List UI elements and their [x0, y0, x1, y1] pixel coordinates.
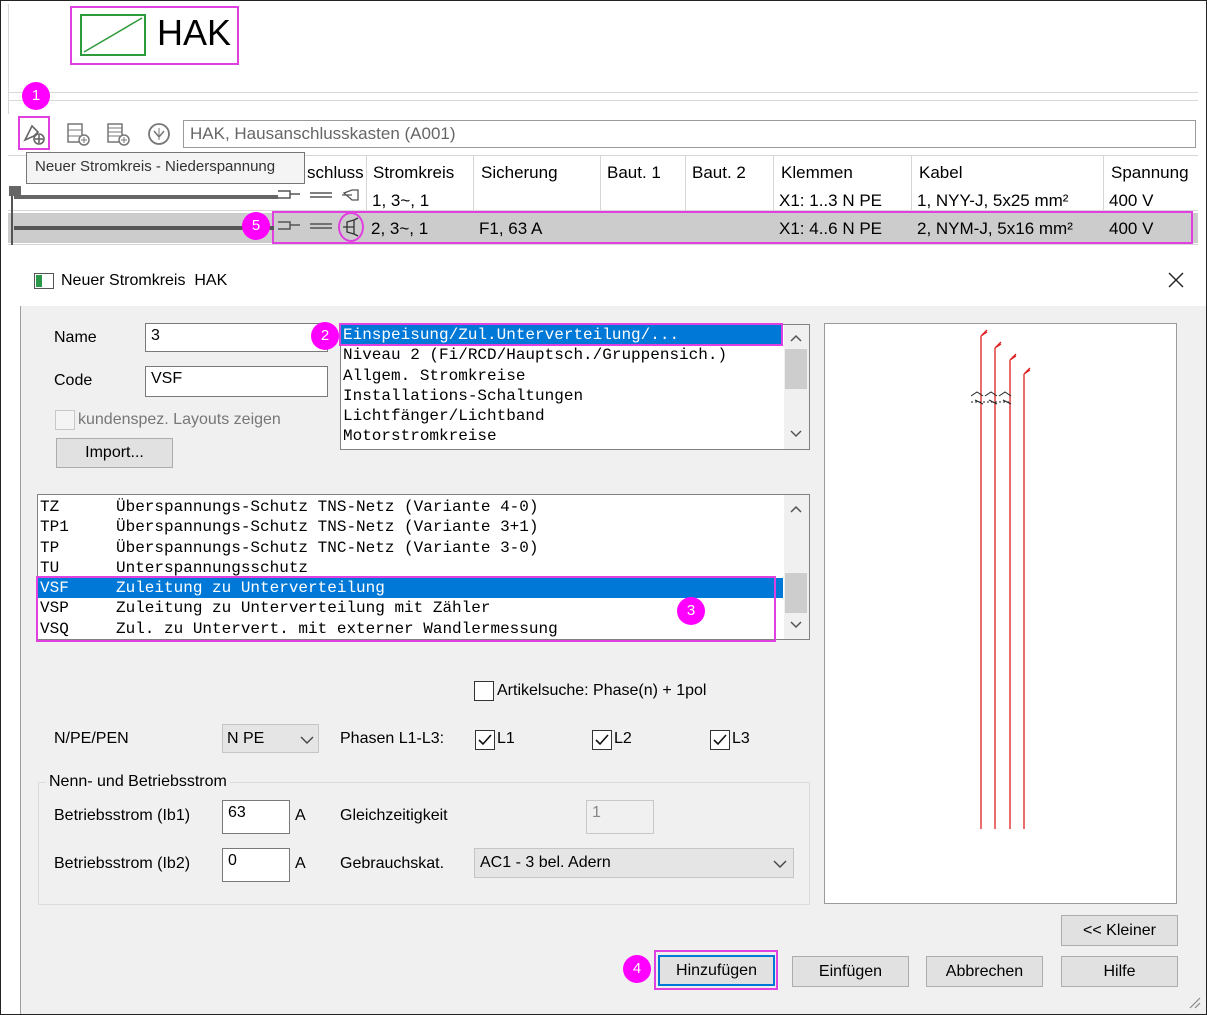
- ib1-unit: A: [295, 807, 306, 824]
- chevron-down-icon: [773, 860, 787, 868]
- type-code: TP: [40, 538, 60, 557]
- schematic-preview: [824, 323, 1177, 904]
- cell-kabel: 2, NYM-J, 5x16 mm²: [917, 219, 1073, 238]
- cancel-button[interactable]: Abbrechen: [926, 956, 1043, 987]
- current-group-box: [38, 782, 810, 905]
- list-item[interactable]: TZ Überspannungs-Schutz TNS-Netz (Variant…: [38, 497, 783, 517]
- step-badge-1: 1: [22, 82, 50, 110]
- circuit-icon-2[interactable]: [64, 119, 94, 149]
- npe-select[interactable]: N PE: [222, 724, 319, 753]
- article-search-label: Artikelsuche: Phase(n) + 1pol: [497, 682, 707, 699]
- list-item[interactable]: Niveau 2 (Fi/RCD/Hauptsch./Gruppensich.): [341, 345, 783, 365]
- cell-spannung: 400 V: [1109, 191, 1154, 210]
- phase-l2-label: L2: [614, 730, 632, 747]
- step-badge-3: 3: [677, 597, 705, 625]
- ib1-input[interactable]: 63: [222, 800, 290, 834]
- add-button[interactable]: Hinzufügen: [658, 955, 775, 986]
- chevron-down-icon: [300, 736, 314, 744]
- resize-grip-icon[interactable]: [1186, 994, 1202, 1010]
- step-badge-2: 2: [311, 322, 339, 350]
- type-scrollbar[interactable]: [784, 495, 809, 639]
- category-highlight-frame: [339, 323, 783, 346]
- divider: [8, 92, 1198, 93]
- phase-l1-checkbox[interactable]: [475, 730, 495, 750]
- cell-klemmen: X1: 4..6 N PE: [779, 219, 882, 238]
- phases-label: Phasen L1-L3:: [340, 730, 445, 747]
- cell-spannung: 400 V: [1109, 219, 1154, 238]
- type-desc: Unterspannungsschutz: [116, 558, 309, 577]
- schematic-drawing: [970, 329, 1031, 829]
- network-icon[interactable]: [144, 119, 174, 149]
- insert-button[interactable]: Einfügen: [792, 956, 909, 987]
- npe-label: N/PE/PEN: [54, 730, 129, 747]
- phase-l3-label: L3: [732, 730, 750, 747]
- hak-symbol-icon: [80, 14, 146, 56]
- cell-stromkreis: 1, 3~, 1: [372, 191, 430, 210]
- list-item[interactable]: TP Überspannungs-Schutz TNC-Netz (Variant…: [38, 538, 783, 558]
- ib2-label: Betriebsstrom (Ib2): [54, 855, 191, 872]
- code-label: Code: [54, 372, 93, 389]
- cell-stromkreis: 2, 3~, 1: [371, 219, 429, 238]
- outlet-symbol-button[interactable]: [338, 212, 364, 242]
- phase-l3-checkbox[interactable]: [710, 730, 730, 750]
- tooltip: Neuer Stromkreis - Niederspannung: [26, 152, 305, 184]
- ib1-label: Betriebsstrom (Ib1): [54, 807, 191, 824]
- divider: [8, 4, 9, 114]
- type-code: TZ: [40, 498, 60, 516]
- name-label: Name: [54, 329, 97, 346]
- type-highlight-frame: [36, 576, 776, 642]
- article-search-checkbox[interactable]: [474, 681, 494, 701]
- path-field[interactable]: HAK, Hausanschlusskasten (A001): [183, 120, 1196, 148]
- new-circuit-button[interactable]: [18, 116, 50, 150]
- type-desc: Überspannungs-Schutz TNS-Netz (Variante …: [116, 518, 539, 537]
- code-input[interactable]: VSF: [145, 366, 328, 397]
- gebrauchskat-select-value: AC1 - 3 bel. Adern: [480, 854, 611, 871]
- type-desc: Überspannungs-Schutz TNC-Netz (Variante …: [116, 538, 539, 557]
- category-scrollbar[interactable]: [784, 325, 809, 449]
- list-item[interactable]: Installations-Schaltungen: [341, 386, 783, 406]
- gleichzeitigkeit-label: Gleichzeitigkeit: [340, 807, 448, 824]
- step-badge-4: 4: [623, 955, 651, 983]
- name-input[interactable]: 3: [145, 323, 328, 352]
- phase-l2-checkbox[interactable]: [592, 730, 612, 750]
- ib2-unit: A: [295, 855, 306, 872]
- step-badge-5: 5: [242, 212, 270, 240]
- ib2-input[interactable]: 0: [222, 848, 290, 882]
- busbar-icon: [11, 211, 332, 245]
- gleichzeitigkeit-input[interactable]: 1: [586, 800, 654, 834]
- list-item[interactable]: Motorstromkreise: [341, 426, 783, 446]
- smaller-button[interactable]: << Kleiner: [1061, 915, 1178, 946]
- import-button[interactable]: Import...: [56, 438, 173, 468]
- list-item[interactable]: Lichtfänger/Lichtband: [341, 406, 783, 426]
- phase-l1-label: L1: [497, 730, 515, 747]
- circuit-icon-3[interactable]: [104, 119, 134, 149]
- npe-select-value: N PE: [227, 730, 265, 747]
- window-icon: [34, 273, 54, 289]
- type-code: TP1: [40, 518, 69, 537]
- gebrauchskat-select[interactable]: AC1 - 3 bel. Adern: [474, 848, 794, 878]
- page-title: HAK: [157, 12, 232, 53]
- close-icon[interactable]: [1164, 268, 1188, 292]
- type-desc: Überspannungs-Schutz TNS-Netz (Variante …: [116, 498, 539, 516]
- group-title: Nenn- und Betriebsstrom: [46, 773, 230, 791]
- divider: [8, 100, 1198, 101]
- cell-kabel: 1, NYY-J, 5x25 mm²: [917, 191, 1069, 210]
- cell-klemmen: X1: 1..3 N PE: [779, 191, 882, 210]
- help-button[interactable]: Hilfe: [1061, 956, 1178, 987]
- cell-sicherung: F1, 63 A: [479, 219, 543, 238]
- custom-layouts-label: kundenspez. Layouts zeigen: [78, 411, 281, 428]
- list-item[interactable]: TP1 Überspannungs-Schutz TNS-Netz (Varian…: [38, 517, 783, 537]
- gebrauchskat-label: Gebrauchskat.: [340, 855, 445, 872]
- custom-layouts-checkbox[interactable]: [55, 410, 75, 430]
- dialog-title: Neuer Stromkreis HAK: [61, 272, 228, 289]
- list-item[interactable]: Allgem. Stromkreise: [341, 366, 783, 386]
